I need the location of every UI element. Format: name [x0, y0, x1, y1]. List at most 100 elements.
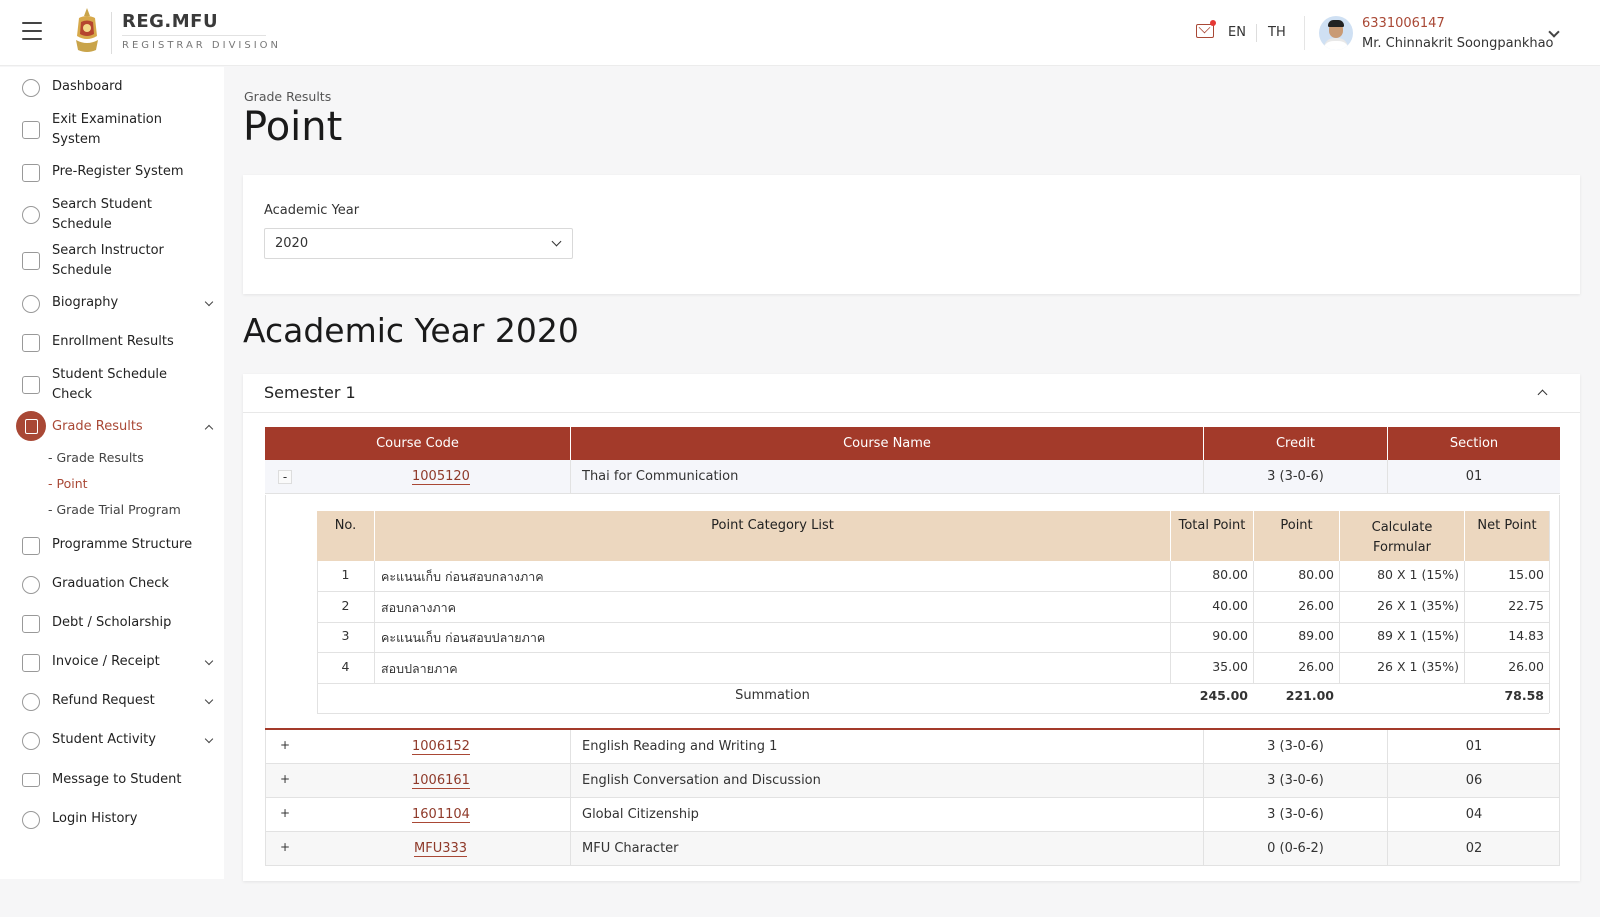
sidebar-subitem-grade-trial-program[interactable]: - Grade Trial Program	[48, 502, 181, 517]
column-divider	[570, 730, 571, 866]
column-header-credit: Credit	[1204, 427, 1387, 460]
sidebar-item-programme-structure[interactable]: Programme Structure	[0, 535, 224, 557]
row-divider	[317, 683, 1549, 684]
sidebar-item-search-instructor-schedule[interactable]: Search Instructor Schedule	[0, 241, 224, 283]
sidebar-item-pre-register[interactable]: Pre-Register System	[0, 162, 224, 184]
point-header-point: Point	[1254, 511, 1339, 561]
sidebar-item-graduation-check[interactable]: Graduation Check	[0, 574, 224, 596]
history-icon	[22, 811, 40, 829]
sidebar-item-debt-scholarship[interactable]: Debt / Scholarship	[0, 613, 224, 635]
column-header-course-name: Course Name	[571, 427, 1203, 460]
point-header-net: Net Point	[1465, 511, 1549, 561]
sidebar-item-exit-examination[interactable]: Exit Examination System	[0, 110, 224, 152]
people-icon	[22, 295, 40, 313]
column-divider	[1203, 460, 1204, 494]
sidebar-subitem-grade-results[interactable]: - Grade Results	[48, 450, 144, 465]
breadcrumb[interactable]: Grade Results	[244, 89, 331, 104]
course-section: 04	[1465, 807, 1483, 822]
expand-row-button[interactable]: +	[278, 773, 292, 787]
sidebar-item-login-history[interactable]: Login History	[0, 809, 224, 831]
row-divider	[317, 713, 1549, 714]
point-row-no: 3	[341, 628, 350, 643]
point-row-category: คะแนนเก็บ ก่อนสอบกลางภาค	[381, 569, 544, 584]
point-row-formula: 26 X 1 (35%)	[1377, 598, 1459, 613]
collapse-row-button[interactable]: -	[278, 470, 292, 484]
course-code-link[interactable]: 1006161	[412, 773, 470, 789]
academic-year-select[interactable]: 2020	[264, 228, 573, 259]
column-divider	[570, 460, 571, 494]
hamburger-menu-icon[interactable]	[22, 22, 42, 40]
user-name: Mr. Chinnakrit Soongpankhao	[1362, 36, 1554, 51]
point-row-net: 22.75	[1508, 598, 1544, 613]
point-row-no: 1	[341, 567, 350, 582]
avatar[interactable]	[1319, 16, 1353, 50]
sidebar-item-label: Message to Student	[52, 772, 182, 787]
sidebar-item-student-schedule-check[interactable]: Student Schedule Check	[0, 365, 224, 407]
notification-mail-icon[interactable]	[1196, 24, 1214, 38]
sidebar: Dashboard Exit Examination System Pre-Re…	[0, 67, 224, 879]
course-credit: 3 (3-0-6)	[1267, 773, 1324, 788]
course-code-link[interactable]: 1006152	[412, 739, 470, 755]
sidebar-item-label: Login History	[52, 811, 138, 826]
point-row-formula: 89 X 1 (15%)	[1377, 628, 1459, 643]
sidebar-item-label: Invoice / Receipt	[52, 654, 160, 669]
semester-header[interactable]: Semester 1	[243, 374, 1580, 413]
sidebar-item-dashboard[interactable]: Dashboard	[0, 77, 224, 99]
course-section: 06	[1465, 773, 1483, 788]
sidebar-subitem-point[interactable]: - Point	[48, 476, 88, 491]
logo-divider	[111, 12, 112, 54]
row-divider	[317, 652, 1549, 653]
chevron-down-icon	[551, 236, 562, 247]
sidebar-item-biography[interactable]: Biography	[0, 293, 224, 315]
course-name: Thai for Communication	[582, 469, 739, 484]
point-row-point: 26.00	[1298, 659, 1334, 674]
sidebar-item-enrollment-results[interactable]: Enrollment Results	[0, 332, 224, 354]
course-name: English Reading and Writing 1	[582, 739, 778, 754]
point-row-net: 15.00	[1508, 567, 1544, 582]
sidebar-item-label: Search Student Schedule	[52, 197, 152, 232]
course-credit: 3 (3-0-6)	[1267, 807, 1324, 822]
mfu-logo-icon[interactable]	[70, 6, 104, 56]
list-icon	[22, 537, 40, 555]
course-code-link[interactable]: 1005120	[412, 469, 470, 485]
user-id: 6331006147	[1362, 16, 1445, 31]
chevron-down-icon	[204, 656, 214, 666]
chevron-down-icon	[204, 734, 214, 744]
point-header-formula-line2: Formular	[1373, 540, 1431, 555]
expand-row-button[interactable]: +	[278, 739, 292, 753]
academic-year-label: Academic Year	[264, 203, 360, 218]
point-row-formula: 80 X 1 (15%)	[1377, 567, 1459, 582]
search-schedule-icon	[22, 206, 40, 224]
course-section: 01	[1465, 469, 1483, 484]
course-credit: 3 (3-0-6)	[1267, 739, 1324, 754]
language-th-button[interactable]: TH	[1268, 25, 1286, 40]
chevron-up-icon[interactable]	[1537, 389, 1548, 400]
point-row-total: 40.00	[1212, 598, 1248, 613]
sidebar-item-grade-results[interactable]: Grade Results	[0, 411, 224, 441]
calendar-icon	[22, 376, 40, 394]
table-border	[265, 730, 266, 866]
sidebar-item-message-to-student[interactable]: Message to Student	[0, 770, 224, 792]
course-code-link[interactable]: MFU333	[414, 841, 468, 857]
sidebar-item-refund-request[interactable]: Refund Request	[0, 691, 224, 713]
sidebar-item-student-activity[interactable]: Student Activity	[0, 730, 224, 752]
sidebar-item-invoice-receipt[interactable]: Invoice / Receipt	[0, 652, 224, 674]
expand-row-button[interactable]: +	[278, 841, 292, 855]
point-row-category: สอบกลางภาค	[381, 600, 457, 615]
sidebar-item-label: Biography	[52, 295, 119, 310]
expand-row-button[interactable]: +	[278, 807, 292, 821]
activity-icon	[22, 732, 40, 750]
column-divider	[1387, 460, 1388, 494]
graduation-icon	[22, 576, 40, 594]
sidebar-item-label: Student Activity	[52, 732, 156, 747]
sidebar-item-label: Grade Results	[52, 419, 143, 434]
sidebar-item-label: Debt / Scholarship	[52, 615, 172, 630]
sidebar-item-search-student-schedule[interactable]: Search Student Schedule	[0, 195, 224, 237]
course-code-link[interactable]: 1601104	[412, 807, 470, 823]
language-en-button[interactable]: EN	[1228, 25, 1246, 40]
chevron-down-icon	[204, 695, 214, 705]
point-row-point: 80.00	[1298, 567, 1334, 582]
document-icon	[22, 334, 40, 352]
academic-year-heading: Academic Year 2020	[243, 311, 579, 350]
point-row-net: 14.83	[1508, 628, 1544, 643]
